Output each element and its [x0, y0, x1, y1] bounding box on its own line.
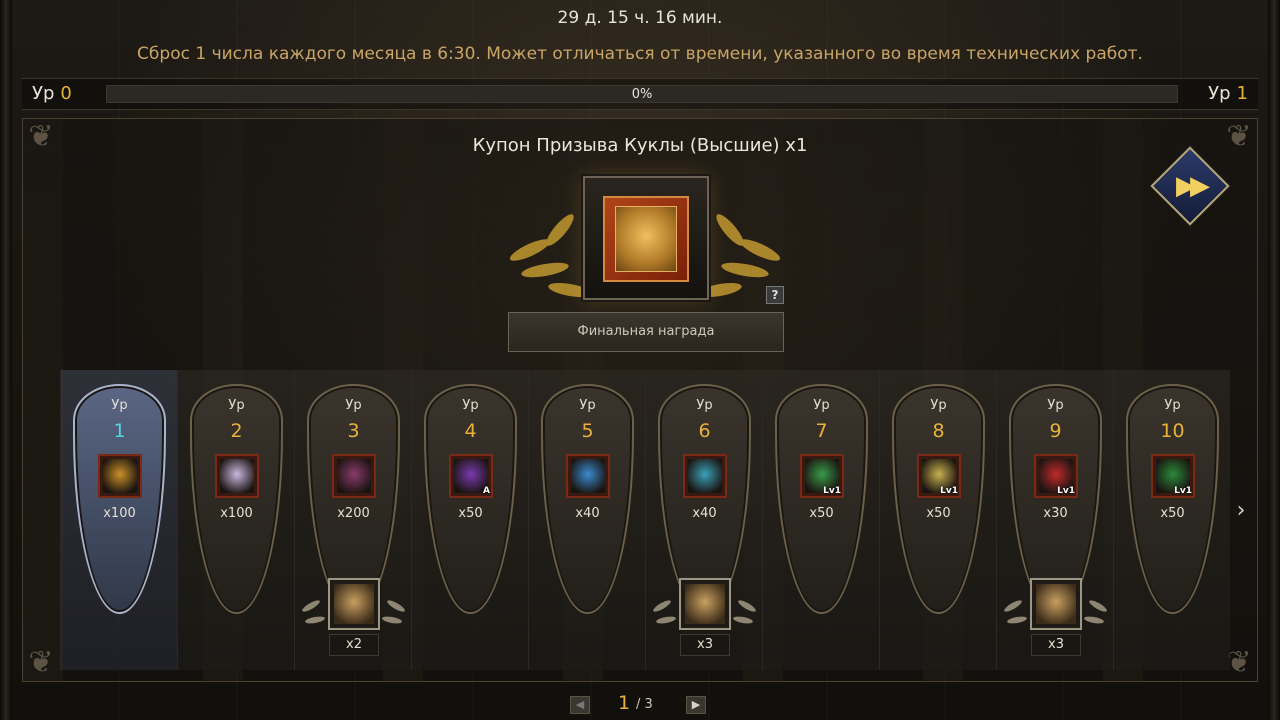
yellow-rune-icon[interactable]: Lv1 — [917, 454, 961, 498]
current-page: 1 — [618, 692, 631, 714]
level-reward-column[interactable]: Ур 3 x200 x2 — [294, 370, 411, 670]
reward-quantity: x30 — [1043, 506, 1068, 521]
next-levels-arrow[interactable]: › — [1230, 496, 1252, 526]
reset-note: Сброс 1 числа каждого месяца в 6:30. Мож… — [137, 44, 1143, 64]
item-tag: A — [483, 486, 490, 496]
level-caption: Ур — [813, 398, 830, 413]
next-level-label: Ур 1 — [1208, 83, 1248, 104]
level-number: 10 — [1160, 420, 1185, 442]
level-number: 2 — [230, 420, 243, 442]
cyan-scroll-icon[interactable] — [683, 454, 727, 498]
doll-coupon-orange-icon[interactable] — [679, 578, 731, 630]
level-shield — [1126, 384, 1219, 614]
current-level-label: Ур 0 — [32, 83, 72, 104]
level-number: 5 — [581, 420, 594, 442]
item-tag: Lv1 — [1174, 486, 1192, 496]
reward-quantity: x200 — [337, 506, 370, 521]
level-number: 8 — [932, 420, 945, 442]
final-reward-slot[interactable] — [583, 176, 709, 300]
reward-quantity: x50 — [926, 506, 951, 521]
level-number: 6 — [698, 420, 711, 442]
pager: ◀ 1 / 3 ▶ — [0, 688, 1280, 718]
doll-coupon-green-icon[interactable] — [328, 578, 380, 630]
treasure-chest-icon[interactable] — [332, 454, 376, 498]
item-tag: Lv1 — [1057, 486, 1075, 496]
fast-forward-icon: ▶▶ — [1176, 171, 1204, 201]
level-caption: Ур — [111, 398, 128, 413]
level-reward-column[interactable]: Ур 1 x100 — [60, 370, 177, 670]
reward-quantity: x100 — [103, 506, 136, 521]
gold-pile-icon[interactable] — [98, 454, 142, 498]
bonus-quantity: x3 — [1031, 634, 1081, 656]
reward-quantity: x50 — [1160, 506, 1185, 521]
level-shield — [73, 384, 166, 614]
level-reward-column[interactable]: Ур 8 Lv1 x50 — [879, 370, 996, 670]
doll-summon-coupon-icon — [603, 196, 689, 282]
level-progress-text: 0% — [631, 87, 653, 102]
level-shield — [541, 384, 634, 614]
scroll-a-icon[interactable]: A — [449, 454, 493, 498]
level-reward-column[interactable]: Ур 9 Lv1 x30 x3 — [996, 370, 1113, 670]
level-number: 7 — [815, 420, 828, 442]
final-reward-button[interactable]: Финальная награда — [508, 312, 784, 352]
total-pages: / 3 — [636, 697, 653, 712]
level-number: 3 — [347, 420, 360, 442]
green-rune-icon[interactable]: Lv1 — [800, 454, 844, 498]
reward-quantity: x50 — [458, 506, 483, 521]
level-shield — [892, 384, 985, 614]
reward-quantity: x40 — [692, 506, 717, 521]
level-number: 1 — [113, 420, 126, 442]
frame-left — [0, 0, 12, 720]
level-reward-column[interactable]: Ур 2 x100 — [177, 370, 294, 670]
level-caption: Ур — [345, 398, 362, 413]
frame-right — [1268, 0, 1280, 720]
level-caption: Ур — [1047, 398, 1064, 413]
level-reward-column[interactable]: Ур 6 x40 x3 — [645, 370, 762, 670]
help-button[interactable]: ? — [766, 286, 784, 304]
blue-scroll-icon[interactable] — [566, 454, 610, 498]
final-reward-title: Купон Призыва Куклы (Высшие) x1 — [472, 135, 808, 156]
red-rune-icon[interactable]: Lv1 — [1034, 454, 1078, 498]
reward-quantity: x40 — [575, 506, 600, 521]
level-shield — [775, 384, 868, 614]
season-timer: 29 д. 15 ч. 16 мин. — [557, 8, 723, 28]
level-progress-bar: 0% — [106, 85, 1178, 103]
prev-page-button[interactable]: ◀ — [570, 696, 590, 714]
reward-quantity: x50 — [809, 506, 834, 521]
level-reward-column[interactable]: Ур 10 Lv1 x50 — [1113, 370, 1230, 670]
item-tag: Lv1 — [823, 486, 841, 496]
current-level-value: 0 — [60, 83, 72, 104]
level-number: 4 — [464, 420, 477, 442]
level-shield — [190, 384, 283, 614]
level-reward-column[interactable]: Ур 5 x40 — [528, 370, 645, 670]
bonus-quantity: x3 — [680, 634, 730, 656]
current-level-caption: Ур — [32, 83, 55, 104]
green-aura-icon[interactable]: Lv1 — [1151, 454, 1195, 498]
bonus-quantity: x2 — [329, 634, 379, 656]
ornament-corner-icon: ❦ — [28, 645, 54, 680]
level-reward-row: Ур 1 x100 Ур 2 x100 Ур 3 x200 x2 Ур 4 Ax50 Ур 5 x40 Ур 6 x… — [60, 370, 1230, 670]
level-caption: Ур — [1164, 398, 1181, 413]
statue-icon[interactable] — [1030, 578, 1082, 630]
level-shield — [424, 384, 517, 614]
next-level-value: 1 — [1236, 83, 1248, 104]
level-caption: Ур — [696, 398, 713, 413]
item-tag: Lv1 — [940, 486, 958, 496]
level-progress-row: Ур 0 0% Ур 1 — [22, 78, 1258, 110]
next-page-button[interactable]: ▶ — [686, 696, 706, 714]
level-number: 9 — [1049, 420, 1062, 442]
reward-quantity: x100 — [220, 506, 253, 521]
level-caption: Ур — [462, 398, 479, 413]
level-reward-column[interactable]: Ур 4 Ax50 — [411, 370, 528, 670]
level-caption: Ур — [228, 398, 245, 413]
level-caption: Ур — [579, 398, 596, 413]
level-caption: Ур — [930, 398, 947, 413]
crystal-box-icon[interactable] — [215, 454, 259, 498]
next-level-caption: Ур — [1208, 83, 1231, 104]
level-reward-column[interactable]: Ур 7 Lv1 x50 — [762, 370, 879, 670]
